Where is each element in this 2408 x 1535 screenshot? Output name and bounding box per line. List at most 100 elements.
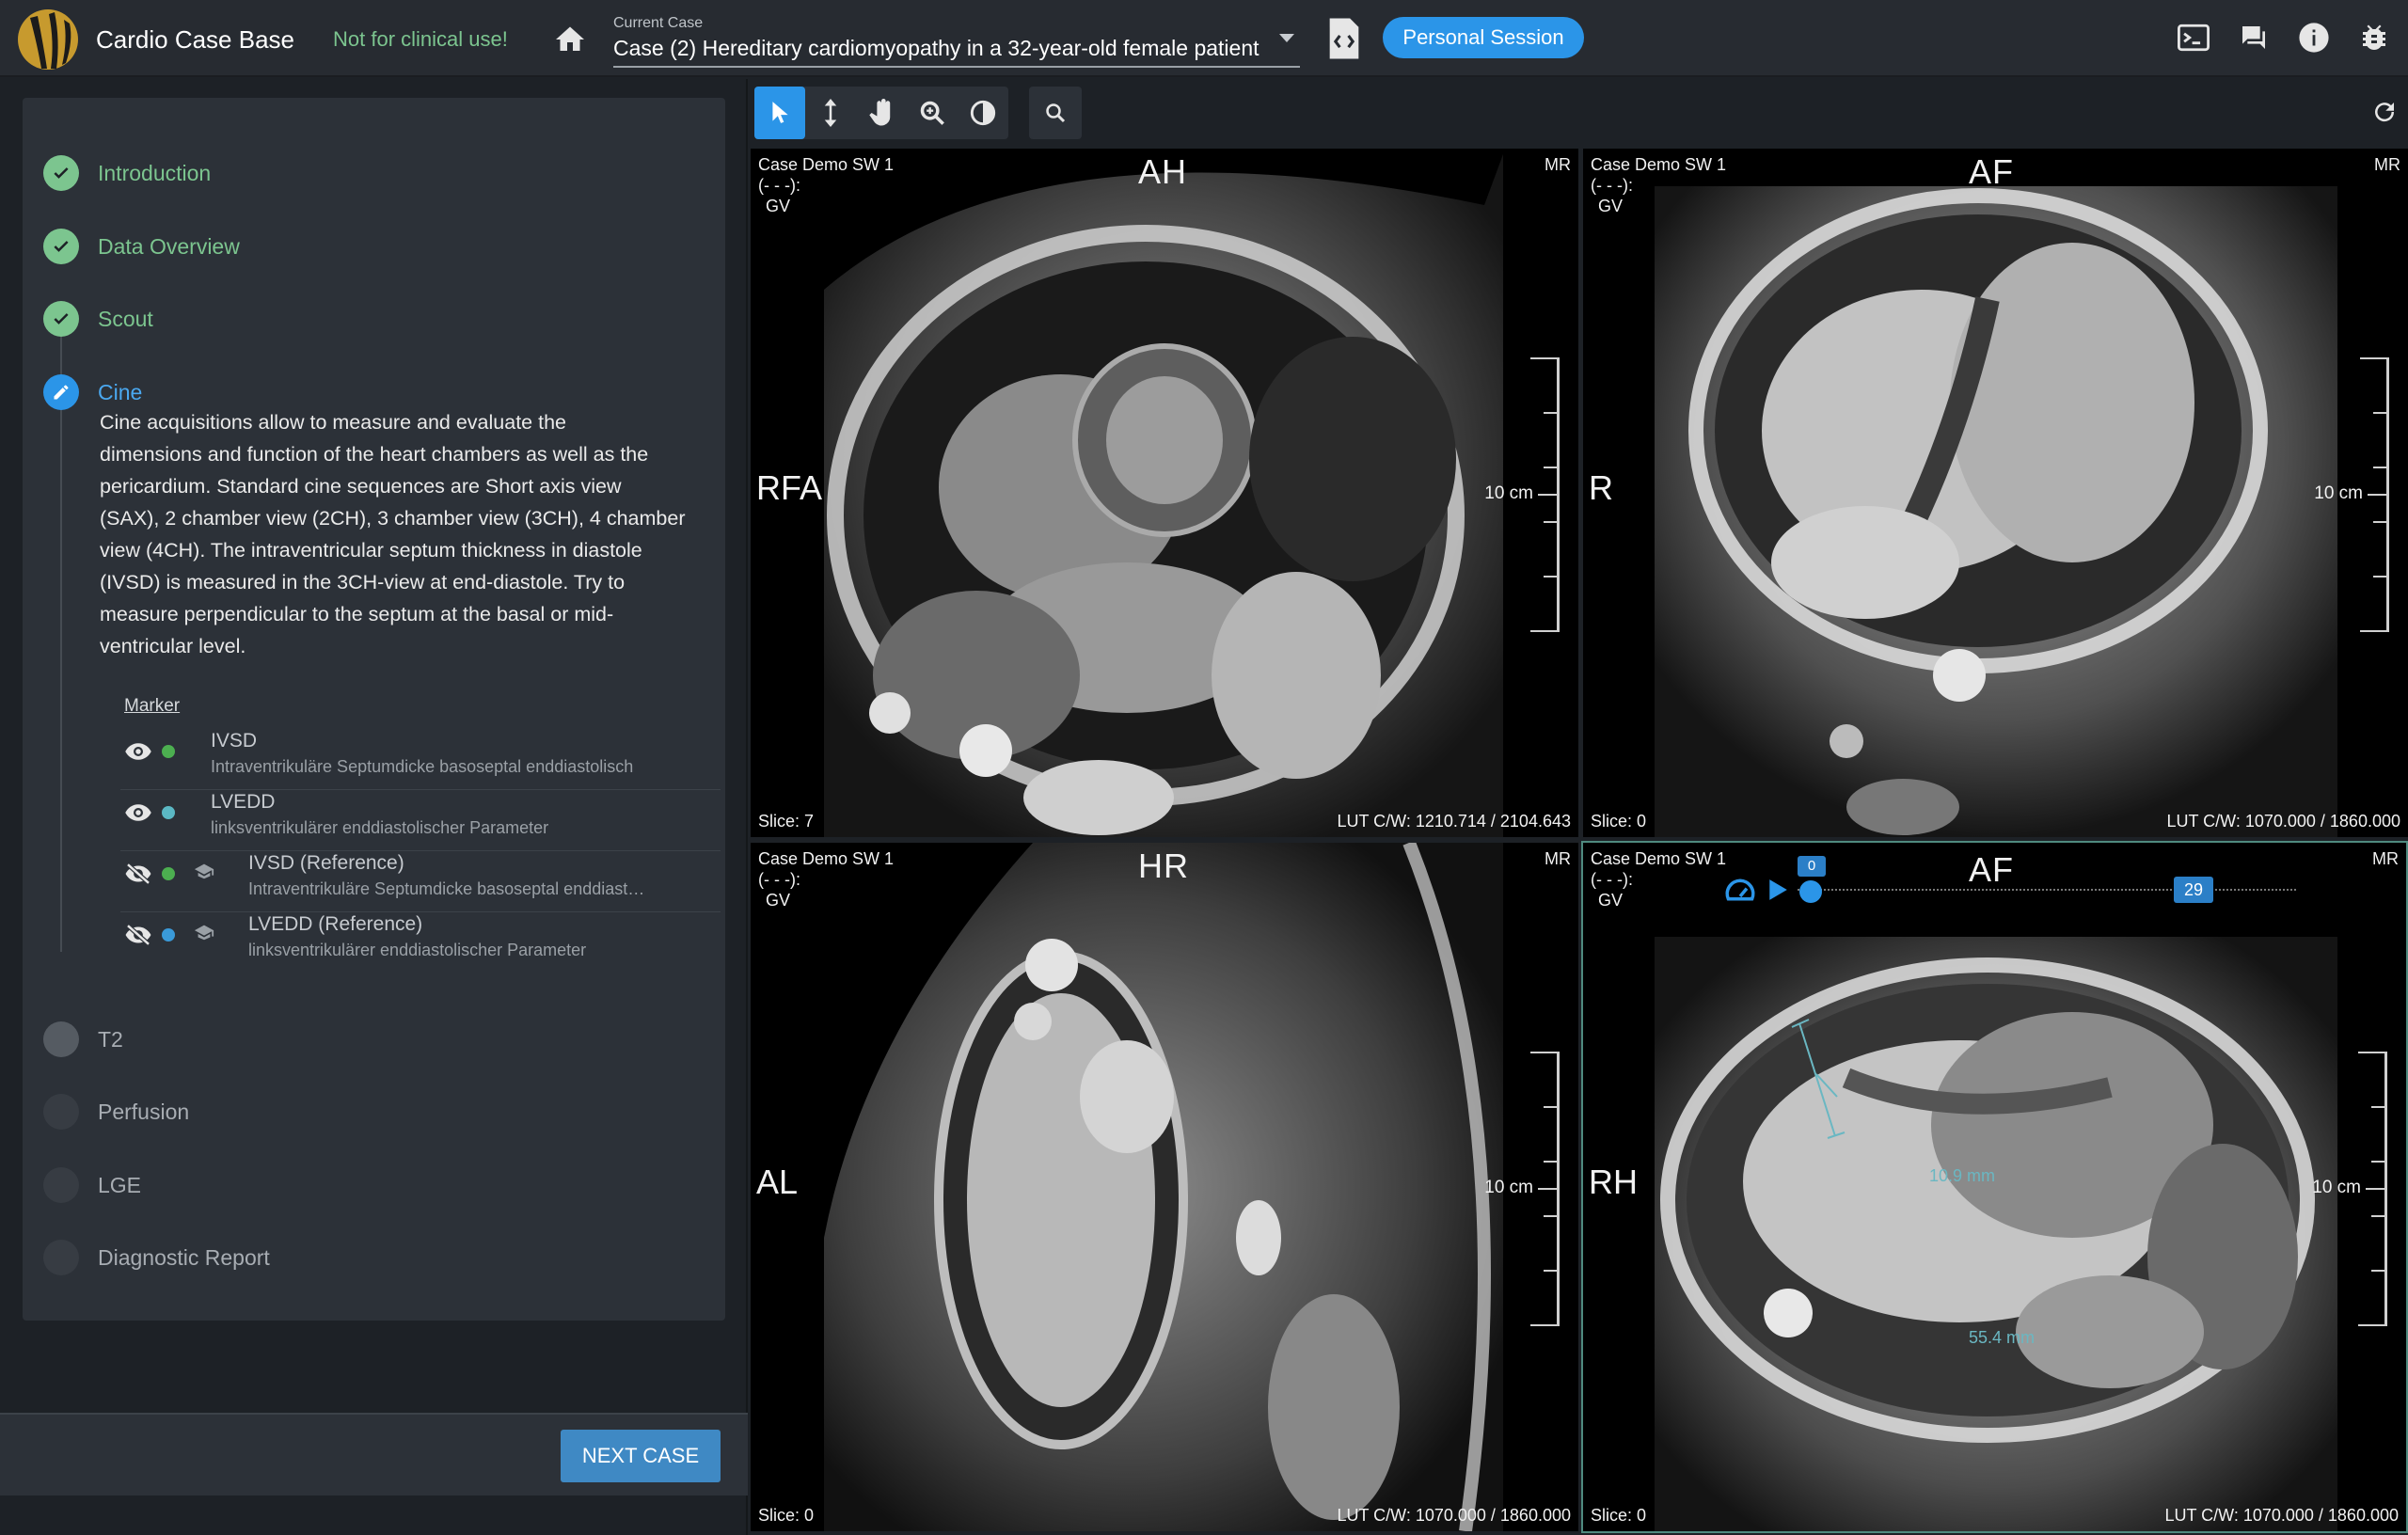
eye-icon[interactable] (124, 741, 152, 762)
slice-label: Slice: 0 (758, 1506, 815, 1525)
measurement-label-lvedd[interactable]: 55.4 mm (1969, 1328, 2035, 1348)
eye-off-icon[interactable] (124, 863, 152, 884)
lut-label: LUT C/W: 1070.000 / 1860.000 (2164, 1506, 2399, 1525)
chevron-down-icon (1279, 34, 1294, 42)
step-label: Data Overview (98, 233, 240, 259)
code-document-icon[interactable] (1326, 17, 1362, 60)
marker-ivsd[interactable]: IVSD Intraventrikuläre Septumdicke basos… (120, 728, 721, 790)
step-data-overview[interactable]: Data Overview (43, 229, 240, 264)
modality: MR (2372, 849, 2399, 868)
orientation-top: AH (1138, 152, 1188, 191)
current-case-select[interactable]: Current Case Case (2) Hereditary cardiom… (613, 15, 1300, 68)
app-logo (18, 9, 78, 70)
lut-label: LUT C/W: 1210.714 / 2104.643 (1337, 812, 1571, 831)
workflow-panel: Introduction Data Overview Scout Cine Ci… (23, 98, 725, 1321)
step-introduction[interactable]: Introduction (43, 155, 211, 191)
current-case-value: Case (2) Hereditary cardiomyopathy in a … (613, 36, 1259, 60)
pointer-icon[interactable] (754, 87, 805, 139)
series-gv: GV (1598, 197, 1624, 215)
description-line: (IVSD) is measured in the 3CH-view at en… (100, 571, 626, 593)
series-name: Case Demo SW 1 (758, 849, 895, 868)
play-icon[interactable] (1767, 878, 1788, 901)
scale-bar (1530, 357, 1560, 632)
marker-color-dot (162, 806, 175, 819)
personal-session-button[interactable]: Personal Session (1383, 17, 1584, 58)
orientation-left: RFA (756, 468, 823, 507)
marker-title: IVSD (211, 730, 258, 752)
marker-lvedd-reference[interactable]: LVEDD (Reference) linksventrikulärer end… (120, 911, 721, 973)
app-title: Cardio Case Base (96, 25, 294, 54)
contrast-icon[interactable] (958, 87, 1008, 139)
eye-icon[interactable] (124, 802, 152, 823)
viewer-toolbar (749, 79, 2408, 147)
marker-subtitle: Intraventrikuläre Septumdicke basoseptal… (211, 757, 634, 776)
school-cap-icon (194, 925, 214, 941)
series-gv: GV (1598, 891, 1624, 910)
orientation-left: AL (756, 1163, 799, 1201)
pan-icon[interactable] (856, 87, 907, 139)
step-dot (43, 1240, 79, 1275)
chat-icon[interactable] (2233, 17, 2274, 58)
marker-ivsd-reference[interactable]: IVSD (Reference) Intraventrikuläre Septu… (120, 850, 721, 912)
sidebar-footer: NEXT CASE (0, 1413, 748, 1495)
viewport-info-top-left: Case Demo SW 1 (- - -): GV (1591, 848, 1726, 910)
current-case-label: Current Case (613, 15, 704, 31)
cine-slider-thumb[interactable] (1799, 880, 1822, 903)
series-dash: (- - -): (1591, 870, 1633, 889)
bug-icon[interactable] (2353, 17, 2395, 58)
speed-icon[interactable] (1724, 877, 1756, 903)
marker-title: LVEDD (Reference) (248, 913, 423, 935)
info-icon[interactable] (2293, 17, 2335, 58)
viewport-2[interactable]: Case Demo SW 1 (- - -): GV MR AF R 10 cm… (1583, 149, 2408, 837)
slice-label: Slice: 0 (1591, 812, 1647, 831)
magnifier-icon[interactable] (1029, 87, 1082, 139)
marker-heading: Marker (124, 696, 181, 716)
terminal-icon[interactable] (2173, 17, 2214, 58)
viewport-3[interactable]: Case Demo SW 1 (- - -): GV MR HR AL 10 c… (751, 843, 1578, 1531)
description-line: measure perpendicular to the septum at t… (100, 603, 614, 625)
step-dot (43, 1094, 79, 1130)
lut-label: LUT C/W: 1070.000 / 1860.000 (1337, 1506, 1571, 1525)
refresh-icon[interactable] (2370, 98, 2399, 126)
marker-subtitle: linksventrikulärer enddiastolischer Para… (248, 941, 587, 959)
scale-bar (2358, 1052, 2387, 1326)
tool-group (754, 87, 1008, 139)
viewport-info-top-left: Case Demo SW 1 (- - -): GV (758, 848, 894, 910)
step-label: Cine (98, 379, 143, 404)
slice-label: Slice: 0 (1591, 1506, 1647, 1525)
description-line: dimensions and function of the heart cha… (100, 443, 649, 466)
orientation-top: HR (1138, 847, 1189, 885)
step-label: Perfusion (98, 1099, 190, 1124)
step-scout[interactable]: Scout (43, 301, 153, 337)
description-line: (SAX), 2 chamber view (2CH), 3 chamber v… (100, 507, 686, 530)
current-frame-pin: 0 (1798, 856, 1826, 877)
step-perfusion[interactable]: Perfusion (43, 1094, 189, 1130)
workflow-sidebar: Introduction Data Overview Scout Cine Ci… (0, 79, 748, 1535)
marker-title: LVEDD (211, 791, 276, 813)
modality: MR (1545, 155, 1571, 174)
check-icon (43, 229, 79, 264)
zoom-icon[interactable] (907, 87, 958, 139)
home-icon[interactable] (553, 23, 587, 56)
viewport-4-active[interactable]: Case Demo SW 1 (- - -): GV MR 0 29 AF RH… (1581, 841, 2408, 1533)
step-diagnostic-report[interactable]: Diagnostic Report (43, 1240, 270, 1275)
marker-title: IVSD (Reference) (248, 852, 404, 874)
check-icon (43, 301, 79, 337)
step-lge[interactable]: LGE (43, 1167, 141, 1203)
series-dash: (- - -): (758, 176, 800, 195)
eye-off-icon[interactable] (124, 925, 152, 945)
viewport-1[interactable]: Case Demo SW 1 (- - -): GV MR AH RFA 10 … (751, 149, 1578, 837)
scroll-icon[interactable] (805, 87, 856, 139)
series-gv: GV (766, 197, 791, 215)
step-label: Introduction (98, 160, 212, 185)
scale-label: 10 cm (1484, 1178, 1533, 1197)
marker-lvedd[interactable]: LVEDD linksventrikulärer enddiastolische… (120, 789, 721, 851)
next-case-button[interactable]: NEXT CASE (561, 1430, 721, 1482)
step-cine[interactable]: Cine (43, 374, 142, 410)
cine-frame-slider[interactable] (1798, 889, 2296, 893)
scale-bar (2360, 357, 2389, 632)
orientation-left: RH (1589, 1163, 1638, 1201)
lut-label: LUT C/W: 1070.000 / 1860.000 (2166, 812, 2400, 831)
measurement-label-ivsd[interactable]: 10.9 mm (1929, 1166, 1995, 1186)
step-t2[interactable]: T2 (43, 1021, 123, 1057)
